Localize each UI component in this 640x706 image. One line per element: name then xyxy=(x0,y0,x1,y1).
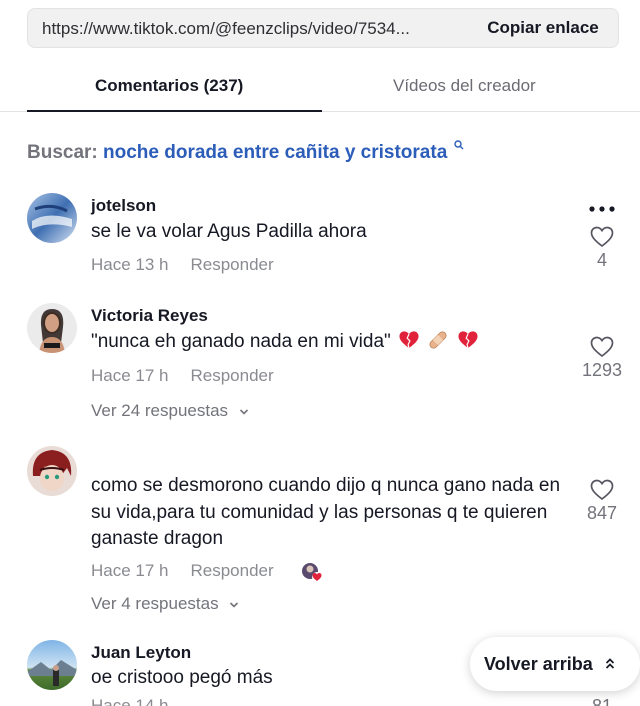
share-url-bar: https://www.tiktok.com/@feenzclips/video… xyxy=(27,8,619,48)
comment-username[interactable]: Victoria Reyes xyxy=(91,306,208,326)
avatar[interactable] xyxy=(27,193,77,243)
reply-button[interactable]: Responder xyxy=(191,366,274,385)
double-chevron-up-icon xyxy=(605,658,614,669)
comment-text-body: "nunca eh ganado nada en mi vida" xyxy=(91,331,391,352)
view-replies-button[interactable]: Ver 24 respuestas xyxy=(91,401,249,421)
reply-button[interactable]: Responder xyxy=(191,561,274,580)
active-tab-indicator xyxy=(27,110,322,112)
like-count: 4 xyxy=(596,250,607,270)
like-box: 1293 xyxy=(572,336,632,381)
heart-icon[interactable] xyxy=(590,226,614,248)
avatar[interactable] xyxy=(27,303,77,353)
comment-text: "nunca eh ganado nada en mi vida" xyxy=(91,329,561,356)
like-count: 847 xyxy=(586,503,618,523)
comment-text: se le va volar Agus Padilla ahora xyxy=(91,221,367,242)
comment-time: Hace 17 h xyxy=(91,366,169,385)
comment-tabs: Comentarios (237) Vídeos del creador xyxy=(0,60,640,112)
creator-liked-icon xyxy=(302,563,322,582)
search-suggestion: Buscar: noche dorada entre cañita y cris… xyxy=(27,140,464,164)
search-label: Buscar: xyxy=(27,142,98,163)
like-count: 81 xyxy=(592,696,613,706)
comment-meta: Hace 17 h Responder xyxy=(91,561,274,581)
chevron-down-icon xyxy=(230,602,239,608)
more-dots-icon[interactable] xyxy=(587,205,617,213)
heart-icon[interactable] xyxy=(590,479,614,501)
heart-icon[interactable] xyxy=(590,336,614,358)
view-replies-label: Ver 24 respuestas xyxy=(91,401,229,420)
tab-creator-videos[interactable]: Vídeos del creador xyxy=(393,76,536,96)
like-box: 847 xyxy=(572,479,632,524)
share-url[interactable]: https://www.tiktok.com/@feenzclips/video… xyxy=(42,19,410,39)
search-query-link[interactable]: noche dorada entre cañita y cristorata xyxy=(103,142,447,163)
comment-username[interactable]: jotelson xyxy=(91,196,156,216)
broken-heart-icon xyxy=(458,331,478,349)
avatar[interactable] xyxy=(27,446,77,496)
reply-button[interactable]: Responder xyxy=(191,255,274,274)
back-to-top-button[interactable]: Volver arriba xyxy=(470,637,640,691)
view-replies-button[interactable]: Ver 4 respuestas xyxy=(91,594,239,614)
broken-heart-icon xyxy=(399,331,419,349)
like-box: 4 xyxy=(572,226,632,271)
back-to-top-label: Volver arriba xyxy=(484,653,593,674)
avatar[interactable] xyxy=(27,640,77,690)
comment-text: como se desmorono cuando dijo q nunca ga… xyxy=(91,475,561,549)
chevron-down-icon xyxy=(239,409,248,415)
view-replies-label: Ver 4 respuestas xyxy=(91,594,219,613)
search-icon[interactable] xyxy=(453,140,464,150)
copy-link-button[interactable]: Copiar enlace xyxy=(468,9,618,47)
comment-time: Hace 17 h xyxy=(91,561,169,580)
comment-meta: Hace 13 h Responder xyxy=(91,255,274,275)
comment-username[interactable]: Juan Leyton xyxy=(91,643,191,663)
comment-meta: Hace 14 h xyxy=(91,696,169,706)
tab-comments[interactable]: Comentarios (237) xyxy=(95,76,243,96)
like-count: 1293 xyxy=(581,360,623,380)
comment-time: Hace 13 h xyxy=(91,255,169,274)
comment-time: Hace 14 h xyxy=(91,696,169,706)
bandage-icon xyxy=(429,331,447,349)
comment-meta: Hace 17 h Responder xyxy=(91,366,274,386)
